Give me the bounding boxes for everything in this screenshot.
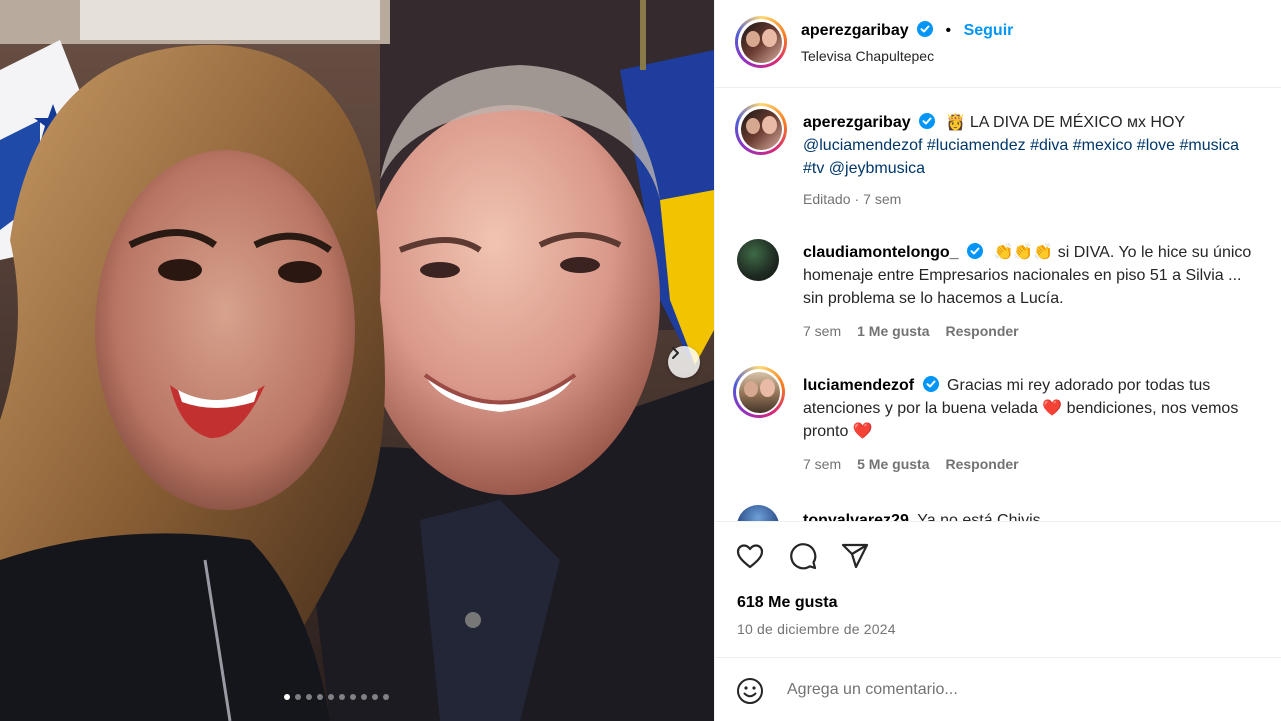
comment-text: Ya no está Chivis — [917, 512, 1041, 521]
header-separator: • — [945, 22, 952, 39]
hashtag-link[interactable]: #mexico — [1073, 137, 1133, 154]
mention-link[interactable]: @luciamendezof — [803, 137, 922, 154]
author-username[interactable]: aperezgaribay — [801, 22, 909, 39]
post-location[interactable]: Televisa Chapultepec — [801, 48, 934, 64]
heart-icon[interactable] — [735, 541, 765, 571]
carousel-dot[interactable] — [295, 694, 301, 700]
comment-input[interactable] — [787, 675, 1257, 705]
caption-hashtags-line-2: #tv @jeybmusica — [803, 157, 1281, 180]
photo-illustration — [0, 0, 714, 721]
commenter-username[interactable]: claudiamontelongo_ — [803, 244, 959, 261]
verified-badge-icon — [917, 21, 934, 37]
verified-badge-icon — [967, 243, 984, 259]
carousel-dot[interactable] — [350, 694, 356, 700]
hashtag-link[interactable]: #diva — [1030, 137, 1068, 154]
carousel-dot[interactable] — [339, 694, 345, 700]
caption-timestamp[interactable]: 7 sem — [863, 191, 901, 207]
follow-button[interactable]: Seguir — [964, 22, 1014, 39]
carousel-dot[interactable] — [306, 694, 312, 700]
heart-emoji: ❤️ — [852, 423, 873, 440]
comment-timestamp[interactable]: 7 sem — [803, 456, 841, 472]
caption-text: LA DIVA DE MÉXICO ᴍx HOY — [969, 114, 1186, 131]
commenter-avatar[interactable] — [737, 239, 779, 281]
comment-composer — [715, 657, 1281, 721]
verified-badge-icon — [922, 376, 939, 392]
caption-username[interactable]: aperezgaribay — [803, 114, 911, 131]
comment-text: bendiciones, nos vemos — [1066, 400, 1239, 417]
emoji-icon[interactable] — [735, 676, 765, 706]
mention-link[interactable]: @jeybmusica — [829, 160, 925, 177]
commenter-avatar[interactable] — [737, 505, 779, 521]
commenter-username[interactable]: luciamendezof — [803, 377, 914, 394]
comment-timestamp[interactable]: 7 sem — [803, 323, 841, 339]
caption-emoji: 👸 — [945, 114, 966, 131]
edited-label: Editado — [803, 191, 851, 207]
carousel-dot[interactable] — [372, 694, 378, 700]
hashtag-link[interactable]: #luciamendez — [927, 137, 1026, 154]
post-actions: 618 Me gusta 10 de diciembre de 2024 — [715, 521, 1281, 657]
hashtag-link[interactable]: #musica — [1180, 137, 1240, 154]
like-count[interactable]: 618 Me gusta — [737, 594, 837, 612]
commenter-username[interactable]: tonyalvarez29 — [803, 512, 909, 521]
comment-likes[interactable]: 5 Me gusta — [857, 456, 929, 472]
comment-text: pronto — [803, 423, 849, 440]
comment-text: Gracias mi rey adorado por todas tus — [947, 377, 1211, 394]
carousel-next-button[interactable] — [668, 346, 700, 378]
verified-badge-icon — [919, 113, 936, 129]
carousel-indicator — [284, 694, 389, 700]
meta-separator: · — [854, 191, 860, 207]
comment-icon[interactable] — [788, 541, 818, 571]
reply-button[interactable]: Responder — [945, 323, 1018, 339]
post-date[interactable]: 10 de diciembre de 2024 — [737, 621, 896, 637]
carousel-dot[interactable] — [383, 694, 389, 700]
carousel-dot[interactable] — [317, 694, 323, 700]
chevron-right-icon — [672, 347, 679, 359]
comments-list[interactable]: aperezgaribay 👸 LA DIVA DE MÉXICO ᴍx HOY… — [715, 89, 1281, 521]
caption-avatar[interactable] — [735, 103, 787, 155]
comment-text: atenciones y por la buena velada — [803, 400, 1038, 417]
carousel-dot[interactable] — [328, 694, 334, 700]
hashtag-link[interactable]: #tv — [803, 160, 824, 177]
post-side-panel: aperezgaribay • Seguir Televisa Chapulte… — [714, 0, 1281, 721]
carousel-dot[interactable] — [361, 694, 367, 700]
heart-emoji: ❤️ — [1042, 400, 1063, 417]
carousel-dot[interactable] — [284, 694, 290, 700]
caption-hashtags-line: @luciamendezof #luciamendez #diva #mexic… — [803, 134, 1281, 157]
comment-text: sin problema se lo hacemos a Lucía. — [803, 290, 1064, 307]
comment-text: homenaje entre Empresarios nacionales en… — [803, 267, 1242, 284]
comment-likes[interactable]: 1 Me gusta — [857, 323, 929, 339]
author-avatar[interactable] — [735, 16, 787, 68]
commenter-avatar[interactable] — [733, 366, 785, 418]
post-photo[interactable] — [0, 0, 714, 721]
post-header: aperezgaribay • Seguir Televisa Chapulte… — [715, 0, 1281, 88]
reply-button[interactable]: Responder — [945, 456, 1018, 472]
comment-text: 👏👏👏 si DIVA. Yo le hice su único — [993, 244, 1252, 261]
hashtag-link[interactable]: #love — [1137, 137, 1175, 154]
share-icon[interactable] — [840, 541, 870, 571]
